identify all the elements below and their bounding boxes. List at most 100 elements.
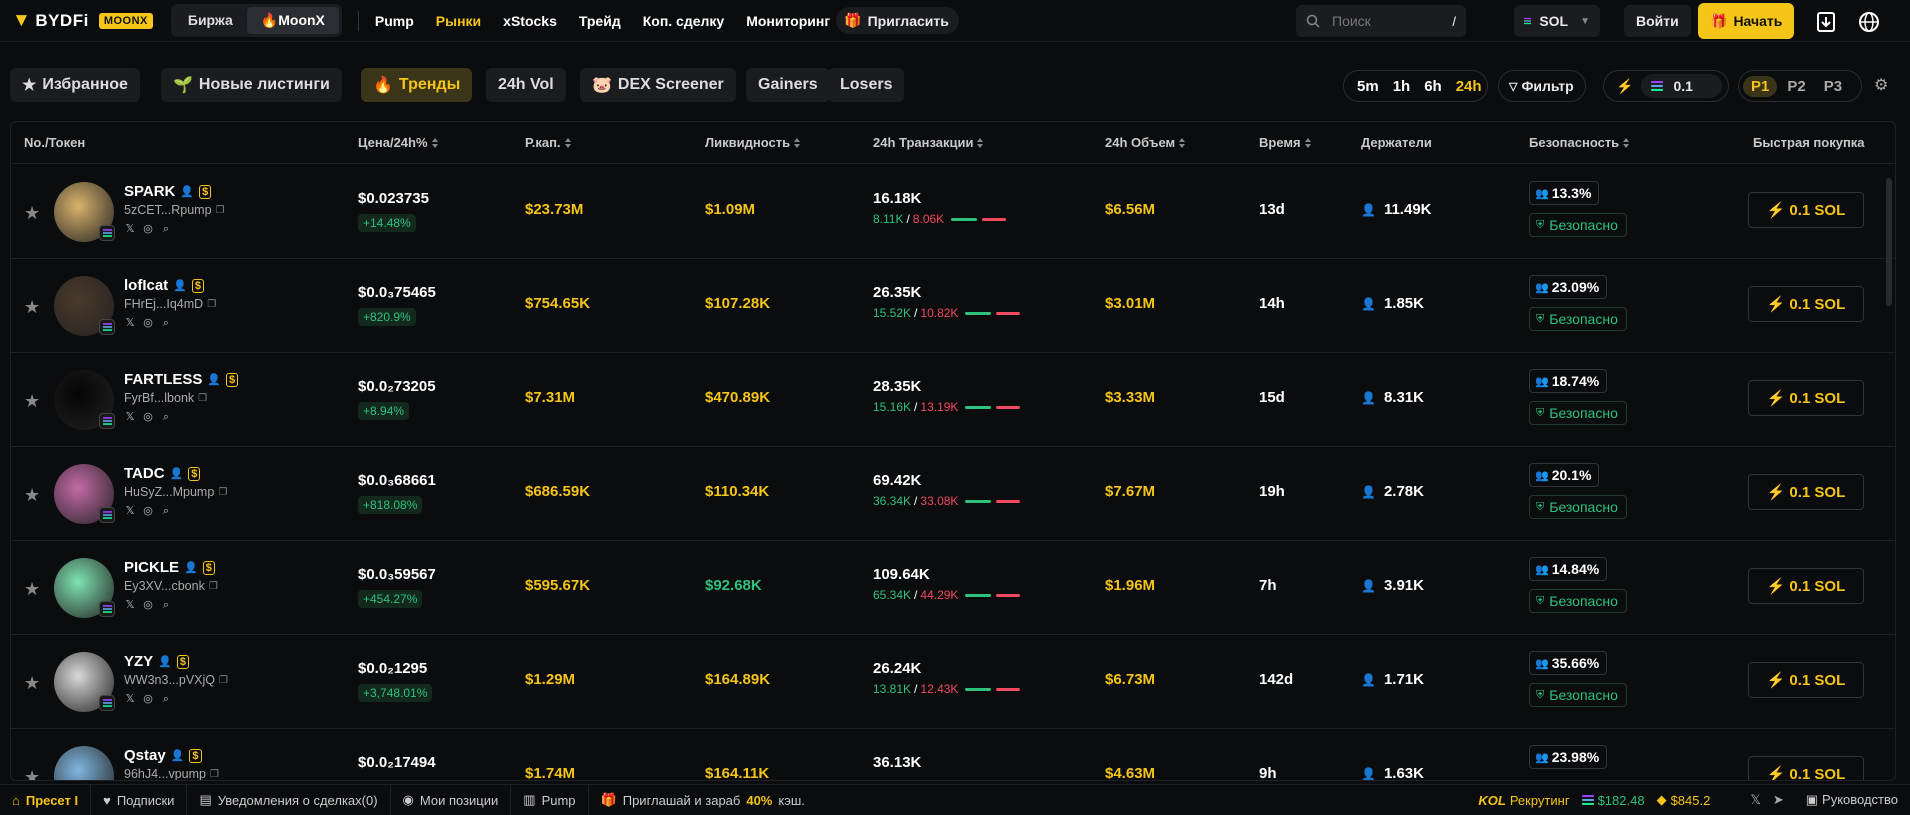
globe-icon[interactable] xyxy=(1858,11,1880,33)
col-price[interactable]: Цена/24h% xyxy=(358,135,438,150)
token-address[interactable]: HuSyZ...Mpump ❐ xyxy=(124,485,227,499)
website-icon[interactable]: ◎ xyxy=(142,505,154,517)
favorite-star-icon[interactable]: ★ xyxy=(24,579,40,600)
token-name[interactable]: PICKLE 👤 $ xyxy=(124,559,215,576)
tab-dex-screener[interactable]: 🐷 DEX Screener xyxy=(580,68,736,102)
table-row[interactable]: ★ SPARK 👤 $ 5zCET...Rpump ❐ 𝕏 ◎ ⌕ $0.023735 +… xyxy=(11,165,1895,259)
guide-link[interactable]: ▣ Руководство xyxy=(1806,792,1898,808)
table-row[interactable]: ★ PICKLE 👤 $ Ey3XV...cbonk ❐ 𝕏 ◎ ⌕ $0.0₃59567… xyxy=(11,541,1895,635)
timeframe-6h[interactable]: 6h xyxy=(1417,78,1449,95)
preset-p2[interactable]: P2 xyxy=(1779,76,1813,97)
positions-button[interactable]: ◉ Мои позиции xyxy=(391,785,512,815)
quick-buy-button[interactable]: ⚡ 0.1 SOL xyxy=(1748,380,1864,416)
login-button[interactable]: Войти xyxy=(1624,5,1691,37)
download-icon[interactable] xyxy=(1815,11,1837,33)
website-icon[interactable]: ◎ xyxy=(142,317,154,329)
col-mcap[interactable]: Р.кап. xyxy=(525,135,571,150)
settings-icon[interactable]: ⚙ xyxy=(1874,75,1888,95)
tab-trending[interactable]: 🔥 Тренды xyxy=(361,68,473,102)
token-address[interactable]: Ey3XV...cbonk ❐ xyxy=(124,579,218,593)
table-row[interactable]: ★ FARTLESS 👤 $ FyrBf...lbonk ❐ 𝕏 ◎ ⌕ $0.0₂732… xyxy=(11,353,1895,447)
copy-icon[interactable]: ❐ xyxy=(207,299,216,310)
copy-icon[interactable]: ❐ xyxy=(209,581,218,592)
copy-icon[interactable]: ❐ xyxy=(198,393,207,404)
twitter-icon[interactable]: 𝕏 xyxy=(124,599,136,611)
preset-p1[interactable]: P1 xyxy=(1743,75,1778,97)
copy-icon[interactable]: ❐ xyxy=(210,769,219,780)
favorite-star-icon[interactable]: ★ xyxy=(24,203,40,224)
telegram-icon[interactable]: ➤ xyxy=(1773,792,1784,808)
quick-buy-button[interactable]: ⚡ 0.1 SOL xyxy=(1748,568,1864,604)
col-security[interactable]: Безопасность xyxy=(1529,135,1630,150)
token-avatar[interactable] xyxy=(54,746,114,780)
tab-new-listings[interactable]: 🌱 Новые листинги xyxy=(161,68,342,102)
tab-losers[interactable]: Losers xyxy=(828,68,905,102)
twitter-icon[interactable]: 𝕏 xyxy=(124,693,136,705)
quick-buy-button[interactable]: ⚡ 0.1 SOL xyxy=(1748,286,1864,322)
pump-button[interactable]: ▥ Pump xyxy=(511,785,589,815)
col-liquidity[interactable]: Ликвидность xyxy=(705,135,801,150)
timeframe-5m[interactable]: 5m xyxy=(1350,78,1386,95)
nav-trade[interactable]: Трейд xyxy=(579,13,621,29)
search-icon[interactable]: ⌕ xyxy=(160,599,172,611)
table-row[interactable]: ★ Qstay👤$ 96hJ4...vpump❐ 𝕏◎⌕ $0.0₂17494 … xyxy=(11,729,1895,780)
exchange-tab[interactable]: Биржа xyxy=(174,7,247,34)
col-age[interactable]: Время xyxy=(1259,135,1311,150)
notifications-button[interactable]: ▤ Уведомления о сделках(0) xyxy=(187,785,391,815)
nav-monitoring[interactable]: Мониторинг xyxy=(746,13,830,29)
quick-buy-button[interactable]: ⚡ 0.1 SOL xyxy=(1748,474,1864,510)
timeframe-1h[interactable]: 1h xyxy=(1386,78,1418,95)
recruiting-link[interactable]: KOL Рекрутинг xyxy=(1478,793,1569,808)
favorite-star-icon[interactable]: ★ xyxy=(24,391,40,412)
col-transactions[interactable]: 24h Транзакции xyxy=(873,135,984,150)
filter-button[interactable]: ▽ Фильтр xyxy=(1498,70,1586,102)
token-name[interactable]: lofIcat 👤 $ xyxy=(124,277,205,294)
copy-icon[interactable]: ❐ xyxy=(216,205,225,216)
quick-buy-button[interactable]: ⚡ 0.1 SOL xyxy=(1748,756,1864,780)
preset-p3[interactable]: P3 xyxy=(1816,76,1850,97)
scrollbar[interactable] xyxy=(1886,178,1892,306)
token-name[interactable]: Qstay 👤 $ xyxy=(124,747,202,764)
quick-buy-button[interactable]: ⚡ 0.1 SOL xyxy=(1748,662,1864,698)
search-icon[interactable]: ⌕ xyxy=(160,411,172,423)
search-icon[interactable]: ⌕ xyxy=(160,693,172,705)
token-address[interactable]: 5zCET...Rpump ❐ xyxy=(124,203,225,217)
nav-pump[interactable]: Pump xyxy=(375,13,414,29)
chain-selector[interactable]: SOL ▼ xyxy=(1514,5,1600,37)
table-row[interactable]: ★ lofIcat 👤 $ FHrEj...Iq4mD ❐ 𝕏 ◎ ⌕ $0.0₃7546… xyxy=(11,259,1895,353)
search-input[interactable]: Поиск / xyxy=(1296,5,1466,37)
search-icon[interactable]: ⌕ xyxy=(160,317,172,329)
favorite-star-icon[interactable]: ★ xyxy=(24,485,40,506)
search-icon[interactable]: ⌕ xyxy=(160,223,172,235)
token-address[interactable]: 96hJ4...vpump ❐ xyxy=(124,767,219,780)
start-button[interactable]: 🎁 Начать xyxy=(1698,3,1795,39)
moonx-tab[interactable]: 🔥MoonX xyxy=(246,7,339,34)
table-row[interactable]: ★ TADC 👤 $ HuSyZ...Mpump ❐ 𝕏 ◎ ⌕ $0.0₃68661 +… xyxy=(11,447,1895,541)
twitter-icon[interactable]: 𝕏 xyxy=(124,317,136,329)
quick-buy-button[interactable]: ⚡ 0.1 SOL xyxy=(1748,192,1864,228)
token-address[interactable]: WW3n3...pVXjQ ❐ xyxy=(124,673,228,687)
token-name[interactable]: FARTLESS 👤 $ xyxy=(124,371,239,388)
timeframe-24h[interactable]: 24h xyxy=(1449,78,1489,95)
invite-button[interactable]: 🎁 Пригласить xyxy=(836,7,959,34)
twitter-icon[interactable]: 𝕏 xyxy=(124,411,136,423)
tab-24h-vol[interactable]: 24h Vol xyxy=(486,68,566,102)
search-icon[interactable]: ⌕ xyxy=(160,505,172,517)
nav-copy-trade[interactable]: Коп. сделку xyxy=(643,13,724,29)
nav-xstocks[interactable]: xStocks xyxy=(503,13,557,29)
token-address[interactable]: FyrBf...lbonk ❐ xyxy=(124,391,207,405)
token-address[interactable]: FHrEj...Iq4mD ❐ xyxy=(124,297,216,311)
subscriptions-button[interactable]: ♥ Подписки xyxy=(91,785,188,815)
token-name[interactable]: YZY 👤 $ xyxy=(124,653,190,670)
favorite-star-icon[interactable]: ★ xyxy=(24,673,40,694)
table-row[interactable]: ★ YZY 👤 $ WW3n3...pVXjQ ❐ 𝕏 ◎ ⌕ $0.0₂1295 +3,… xyxy=(11,635,1895,729)
twitter-icon[interactable]: 𝕏 xyxy=(124,505,136,517)
favorite-star-icon[interactable]: ★ xyxy=(24,767,40,780)
nav-markets[interactable]: Рынки xyxy=(436,13,481,29)
copy-icon[interactable]: ❐ xyxy=(218,487,227,498)
quick-amount-input[interactable]: 0.1 xyxy=(1641,74,1722,98)
website-icon[interactable]: ◎ xyxy=(142,693,154,705)
tab-gainers[interactable]: Gainers xyxy=(746,68,830,102)
twitter-icon[interactable]: 𝕏 xyxy=(1750,792,1760,808)
token-name[interactable]: TADC 👤 $ xyxy=(124,465,201,482)
